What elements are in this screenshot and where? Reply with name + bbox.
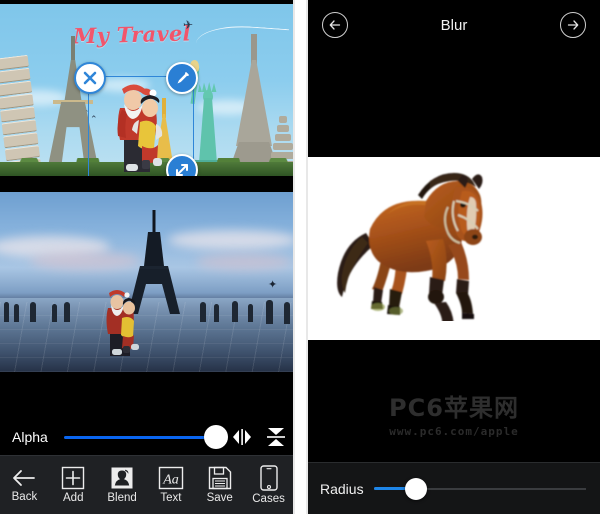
toolbar-item-text[interactable]: Aa Text — [146, 466, 195, 504]
crowd-silhouette — [4, 302, 9, 322]
panel-gutter — [293, 0, 308, 514]
toolbar-label-text: Text — [160, 492, 182, 504]
crowd-silhouette — [266, 300, 273, 324]
toolbar-item-save[interactable]: Save — [195, 466, 244, 504]
flip-vertical-icon — [267, 428, 285, 446]
crowd-silhouette — [248, 304, 253, 322]
toolbar-label-back: Back — [11, 491, 38, 503]
crowd-silhouette — [52, 304, 57, 322]
text-aa-icon: Aa — [158, 466, 184, 490]
circle-arrow-right-icon — [567, 20, 579, 30]
flip-horizontal-icon — [233, 429, 251, 445]
svg-text:Aa: Aa — [162, 473, 179, 488]
crowd-silhouette — [200, 302, 206, 322]
bird-icon: ✦ — [268, 279, 278, 291]
toolbar-label-add: Add — [63, 492, 84, 504]
watermark-title: PC6苹果网 — [389, 394, 519, 422]
arrow-left-icon — [13, 470, 36, 486]
collage-canvas[interactable]: My Travel ✈ ⌃ ⌃ — [0, 4, 293, 176]
blur-preview-canvas[interactable] — [308, 157, 600, 340]
alpha-control-row: Alpha — [0, 418, 293, 456]
left-app-screen: My Travel ✈ ⌃ ⌃ — [0, 0, 293, 514]
crowd-silhouette — [284, 302, 290, 324]
flip-horizontal-button[interactable] — [225, 418, 259, 456]
watermark: PC6苹果网 www.pc6.com/apple — [308, 388, 600, 438]
circle-arrow-left-icon — [329, 20, 341, 30]
radius-slider[interactable] — [374, 477, 586, 500]
toolbar-item-blend[interactable]: Blend — [98, 466, 147, 504]
crowd-silhouette — [232, 301, 238, 322]
close-x-icon — [83, 71, 97, 85]
toolbar-item-back[interactable]: Back — [0, 467, 49, 503]
blur-screen-header: Blur — [308, 4, 600, 46]
photo-subject-santa-and-child — [106, 290, 139, 356]
toolbar-label-save: Save — [206, 492, 233, 504]
crowd-silhouette — [30, 302, 36, 322]
watermark-url: www.pc6.com/apple — [389, 425, 519, 438]
selection-close-button[interactable] — [74, 62, 106, 94]
phone-case-icon — [259, 465, 278, 491]
bottom-toolbar: Back Add Blend Aa Text Save Cases — [0, 455, 293, 514]
toolbar-label-blend: Blend — [107, 492, 137, 504]
floppy-disk-icon — [208, 466, 231, 490]
toolbar-item-cases[interactable]: Cases — [244, 465, 293, 505]
pencil-edit-icon — [177, 71, 189, 83]
alpha-label: Alpha — [12, 429, 48, 445]
selection-edit-button[interactable] — [166, 62, 198, 94]
preview-letterbox-top — [308, 46, 600, 156]
airplane-icon: ✈ — [183, 18, 194, 32]
screenshot-root: My Travel ✈ ⌃ ⌃ — [0, 0, 600, 514]
header-forward-button[interactable] — [560, 12, 586, 38]
flip-vertical-button[interactable] — [259, 418, 293, 456]
crowd-silhouette — [14, 304, 19, 322]
blend-portrait-icon — [111, 467, 133, 489]
toolbar-item-add[interactable]: Add — [49, 466, 98, 504]
alpha-slider[interactable] — [64, 425, 229, 449]
alpha-slider-fill — [64, 435, 217, 439]
radius-control-row: Radius — [308, 462, 600, 514]
crowd-silhouette — [214, 304, 219, 322]
toolbar-label-cases: Cases — [252, 493, 285, 505]
photo-preview[interactable]: ✦ — [0, 192, 293, 372]
radius-slider-handle[interactable] — [405, 477, 428, 500]
plus-square-icon — [62, 466, 85, 490]
radius-label: Radius — [320, 480, 364, 497]
horse-image — [337, 173, 483, 321]
crowd-silhouette — [64, 302, 70, 322]
right-app-screen: Blur PC6苹果网 www.pc6.com/apple Radius — [308, 0, 600, 514]
resize-diagonal-icon — [176, 164, 188, 176]
header-back-button[interactable] — [322, 12, 348, 38]
screen-title: Blur — [440, 16, 468, 34]
